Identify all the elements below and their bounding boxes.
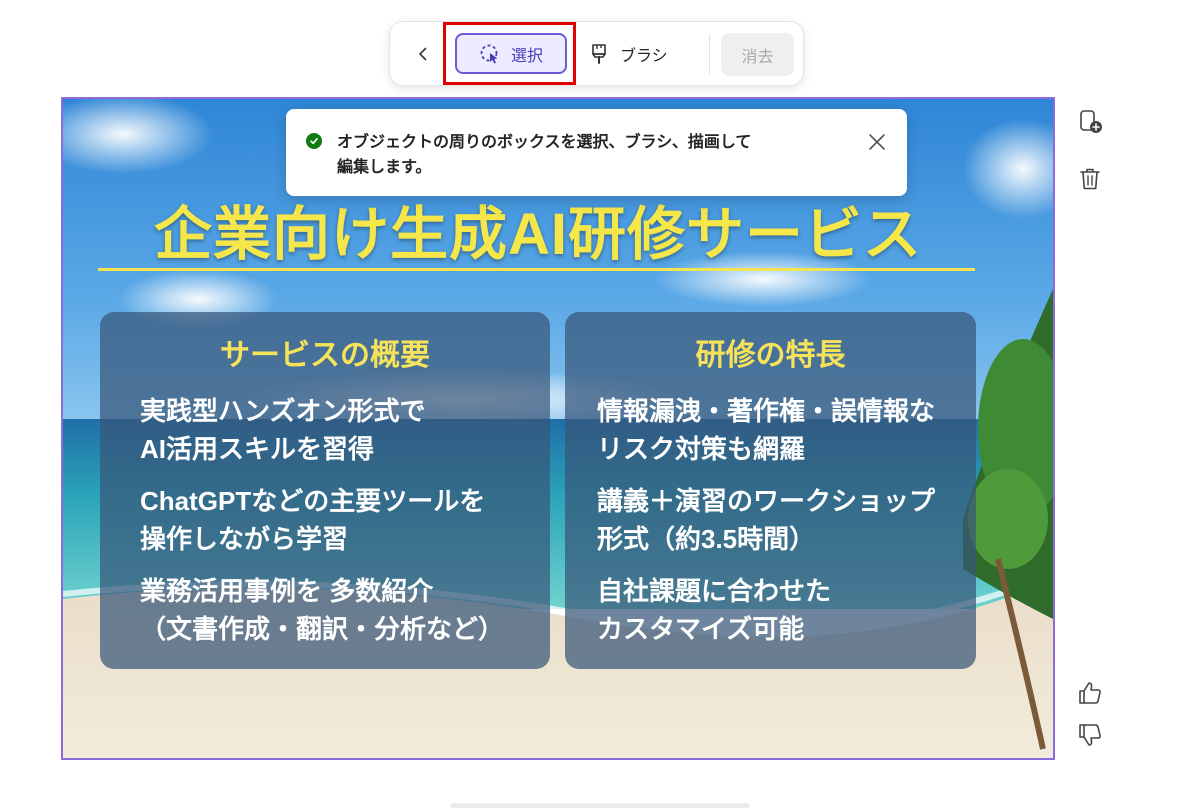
- features-card: 研修の特長 情報漏洩・著作権・誤情報な リスク対策も網羅 講義＋演習のワークショ…: [565, 312, 976, 669]
- edit-toolbar: 選択 ブラシ 消去: [389, 21, 804, 86]
- toast-close-button[interactable]: [866, 131, 888, 153]
- overview-item: ChatGPTなどの主要ツールを 操作しながら学習: [140, 482, 540, 558]
- brush-icon: [592, 43, 606, 64]
- chevron-left-icon: [419, 47, 427, 61]
- overview-item-line: AI活用スキルを習得: [140, 434, 375, 464]
- features-item-line: 形式（約3.5時間）: [597, 524, 816, 554]
- features-item-line: カスタマイズ可能: [597, 614, 805, 644]
- features-item: 自社課題に合わせた カスタマイズ可能: [597, 572, 970, 648]
- overview-item-line: 実践型ハンズオン形式で: [140, 396, 426, 426]
- features-item-line: 講義＋演習のワークショップ: [597, 486, 936, 516]
- bottom-scroll-hint: [450, 803, 750, 808]
- toast-message: オブジェクトの周りのボックスを選択、ブラシ、描画して 編集します。: [337, 129, 837, 179]
- close-icon: [869, 134, 885, 150]
- features-item-line: リスク対策も網羅: [597, 434, 806, 464]
- slide-title: 企業向け生成AI研修サービス: [153, 202, 922, 267]
- brush-tool-label: ブラシ: [620, 45, 668, 65]
- thumbs-up-icon[interactable]: [1076, 679, 1104, 707]
- trash-icon[interactable]: [1076, 165, 1104, 193]
- toolbar-divider: [709, 34, 710, 74]
- overview-item-line: 業務活用事例を 多数紹介: [140, 576, 434, 606]
- thumbs-down-icon[interactable]: [1076, 721, 1104, 749]
- overview-item-line: （文書作成・翻訳・分析など）: [140, 614, 505, 644]
- features-item-line: 情報漏洩・著作権・誤情報な: [597, 396, 936, 426]
- features-heading: 研修の特長: [695, 339, 846, 372]
- overview-item-line: ChatGPTなどの主要ツールを: [140, 486, 486, 516]
- select-tool-label: 選択: [510, 45, 543, 65]
- lasso-select-icon: [480, 44, 498, 63]
- back-button[interactable]: [407, 38, 439, 70]
- new-slide-icon[interactable]: [1076, 108, 1104, 136]
- overview-item: 業務活用事例を 多数紹介 （文書作成・翻訳・分析など）: [140, 572, 540, 648]
- overview-heading: サービスの概要: [220, 339, 430, 372]
- overview-card: サービスの概要 実践型ハンズオン形式で AI活用スキルを習得 ChatGPTなど…: [100, 312, 550, 669]
- slide-canvas[interactable]: 企業向け生成AI研修サービス サービスの概要 実践型ハンズオン形式で AI活用ス…: [61, 97, 1055, 760]
- select-tool-button[interactable]: 選択: [455, 33, 567, 74]
- features-item-line: 自社課題に合わせた: [597, 576, 832, 606]
- features-item: 講義＋演習のワークショップ 形式（約3.5時間）: [597, 482, 970, 558]
- overview-item-line: 操作しながら学習: [140, 524, 349, 554]
- overview-item: 実践型ハンズオン形式で AI活用スキルを習得: [140, 392, 540, 468]
- toast-message-line: オブジェクトの周りのボックスを選択、ブラシ、描画して: [337, 132, 752, 151]
- erase-label: 消去: [741, 46, 774, 66]
- erase-button[interactable]: 消去: [721, 33, 794, 76]
- toast-message-line: 編集します。: [337, 157, 432, 176]
- check-circle-icon: [306, 133, 322, 149]
- title-underline: [98, 268, 975, 271]
- info-toast: オブジェクトの周りのボックスを選択、ブラシ、描画して 編集します。: [286, 109, 907, 196]
- features-item: 情報漏洩・著作権・誤情報な リスク対策も網羅: [597, 392, 970, 468]
- brush-tool-button[interactable]: ブラシ: [586, 33, 690, 74]
